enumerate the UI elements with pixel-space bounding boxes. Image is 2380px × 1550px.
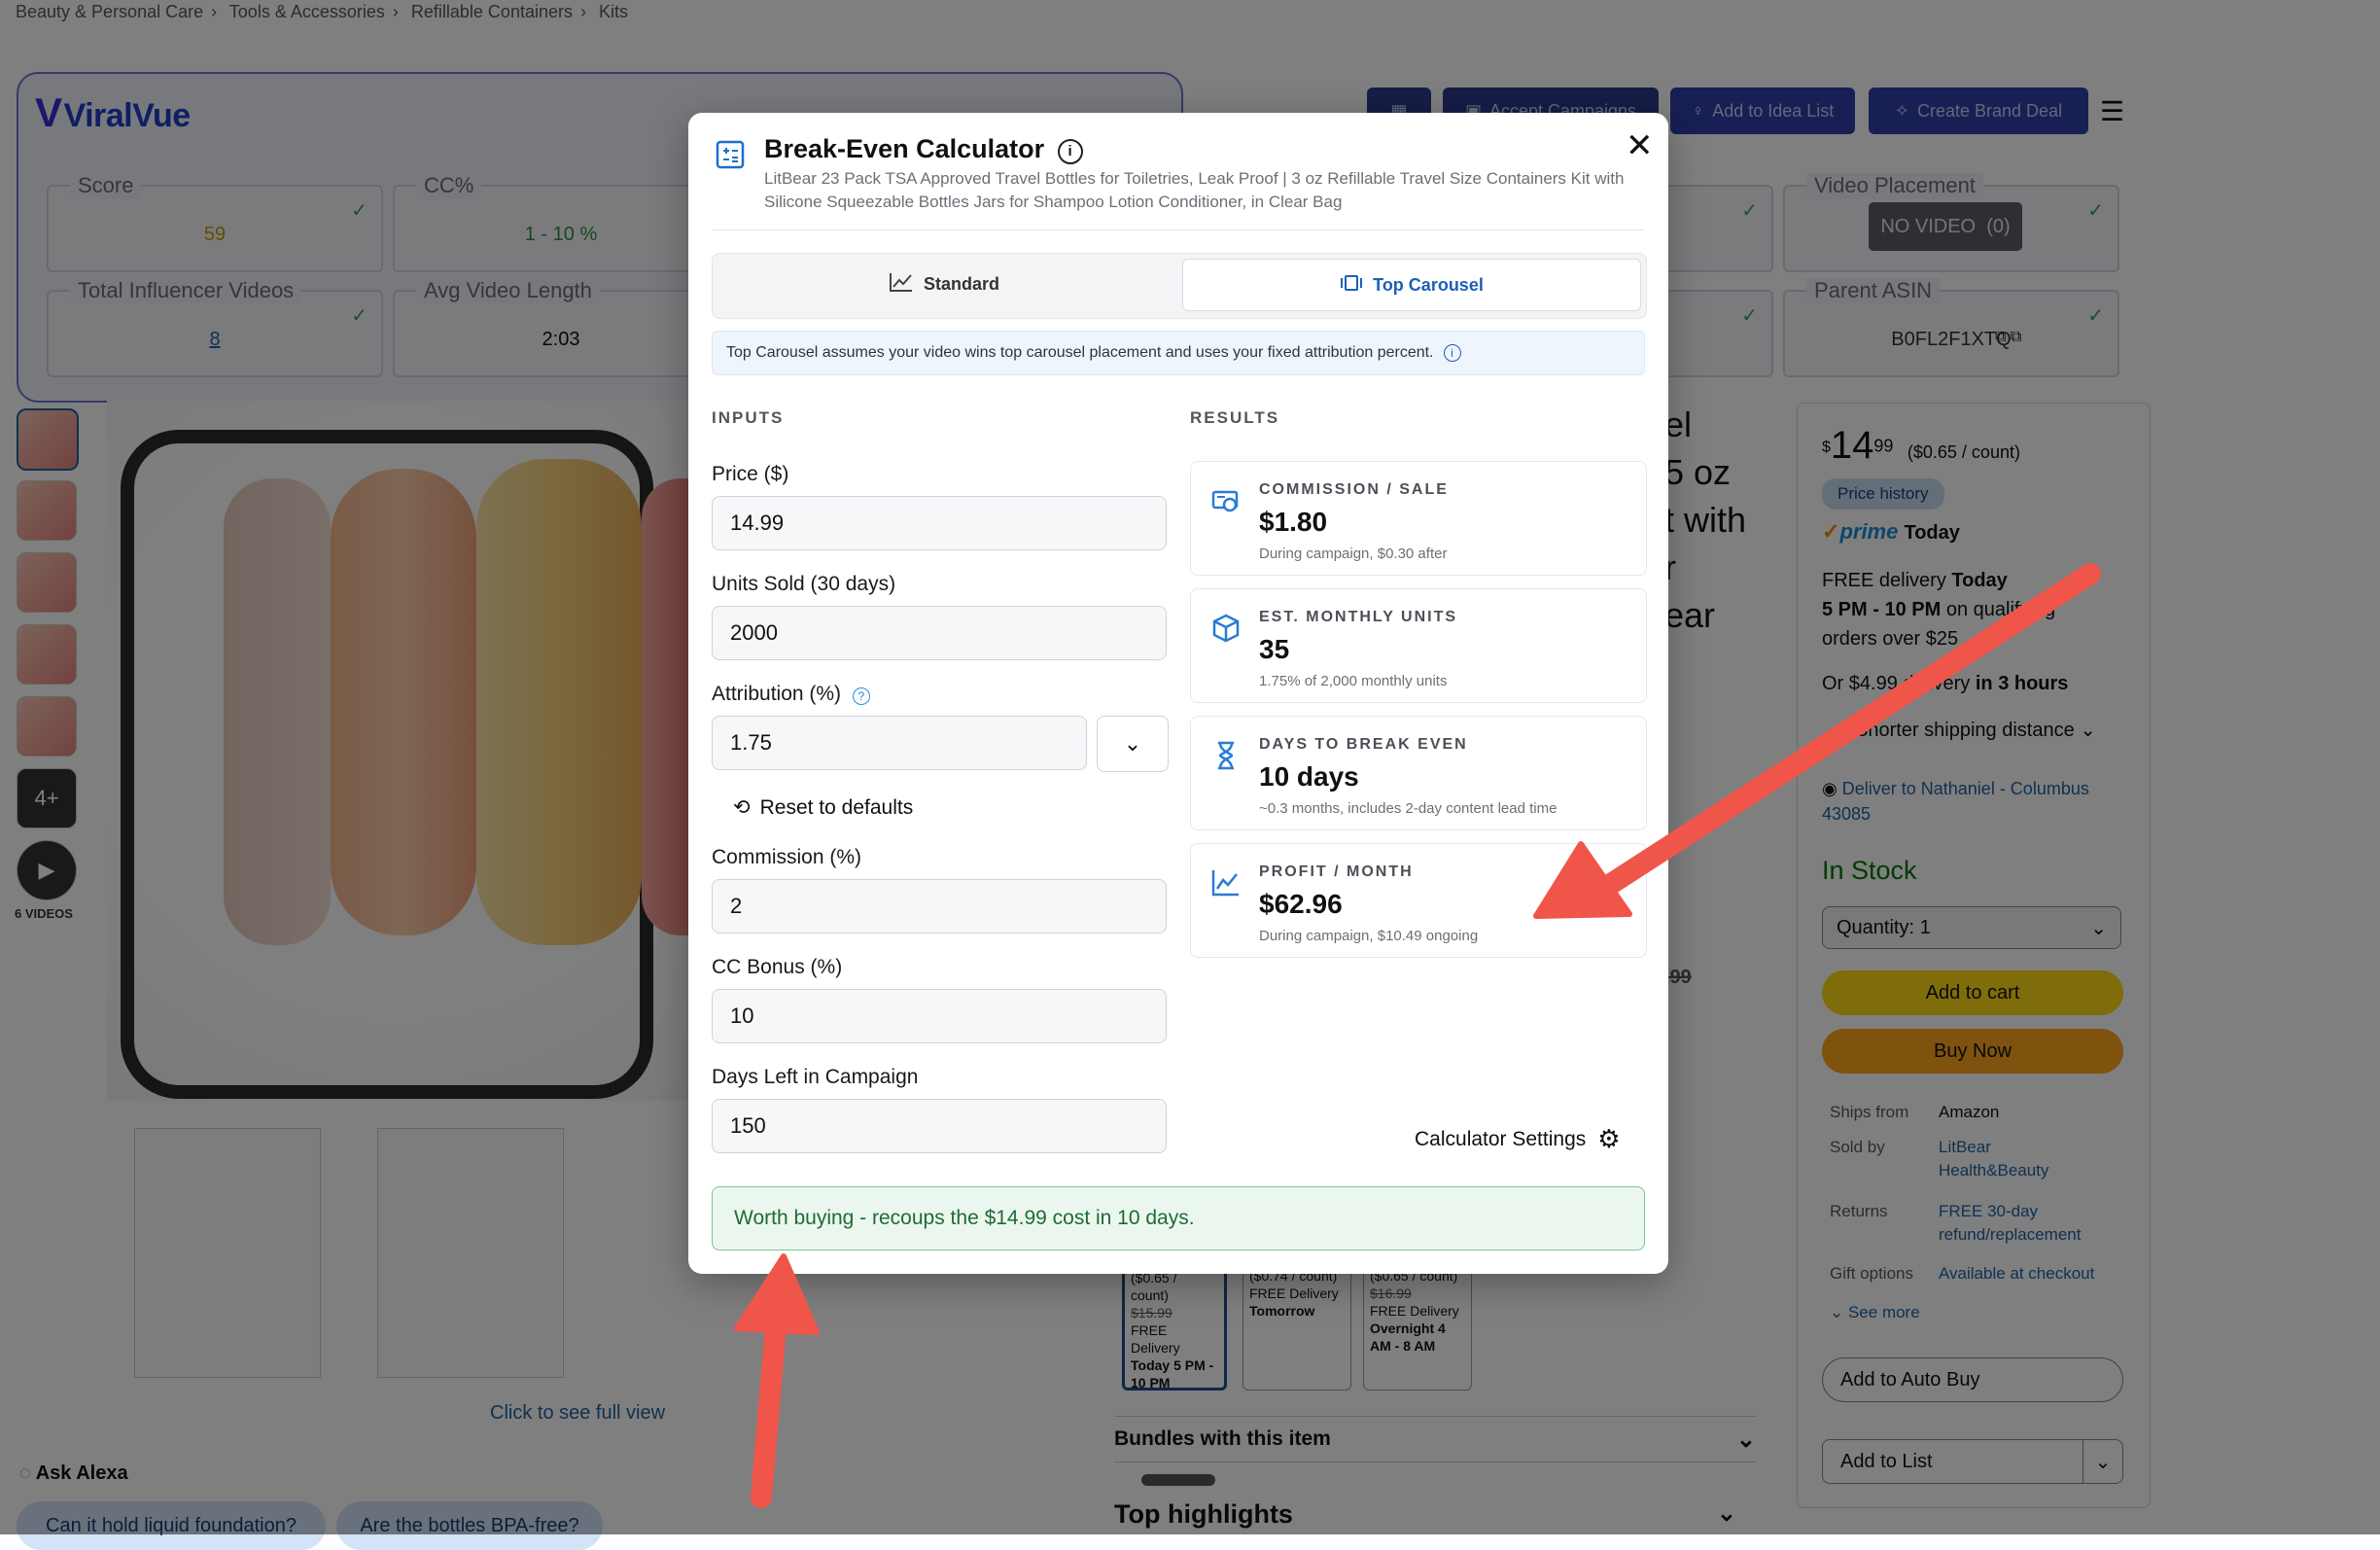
- annotation-arrow: [1533, 563, 2101, 919]
- annotation-arrow: [734, 1253, 820, 1508]
- annotation-arrows: [734, 563, 2101, 1508]
